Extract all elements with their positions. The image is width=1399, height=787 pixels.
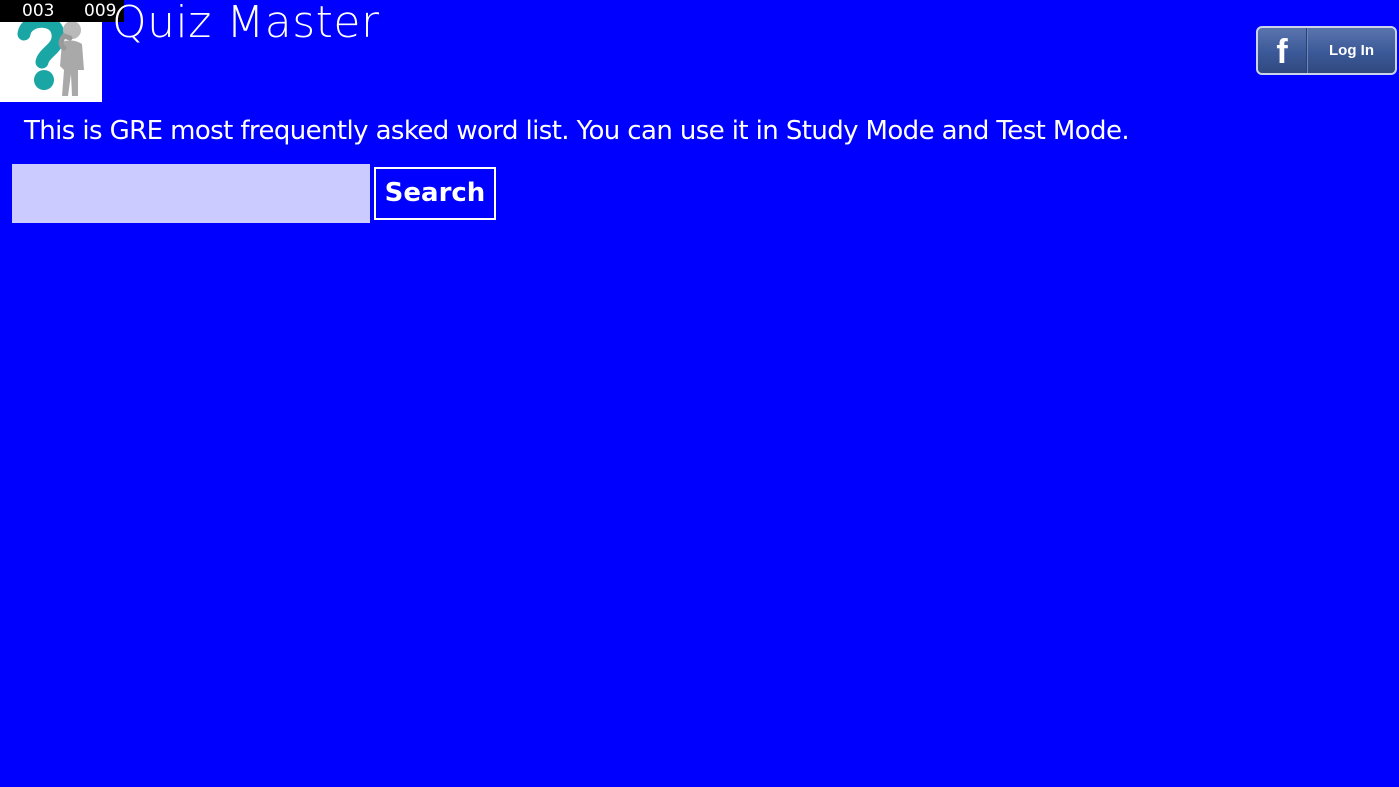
- word-list-description: This is GRE most frequently asked word l…: [24, 116, 1130, 146]
- frame-counter-overlay: 003 009: [0, 0, 124, 22]
- facebook-f-icon: f: [1258, 28, 1307, 73]
- frame-counter-1: 003: [22, 1, 55, 21]
- app-window: 003 009 Quiz Master f Log In This is GRE…: [0, 0, 1399, 787]
- search-input[interactable]: [12, 164, 370, 223]
- facebook-login-button[interactable]: f Log In: [1256, 26, 1397, 75]
- facebook-login-label: Log In: [1329, 42, 1374, 59]
- app-title: Quiz Master: [112, 0, 380, 48]
- search-button[interactable]: Search: [374, 167, 496, 220]
